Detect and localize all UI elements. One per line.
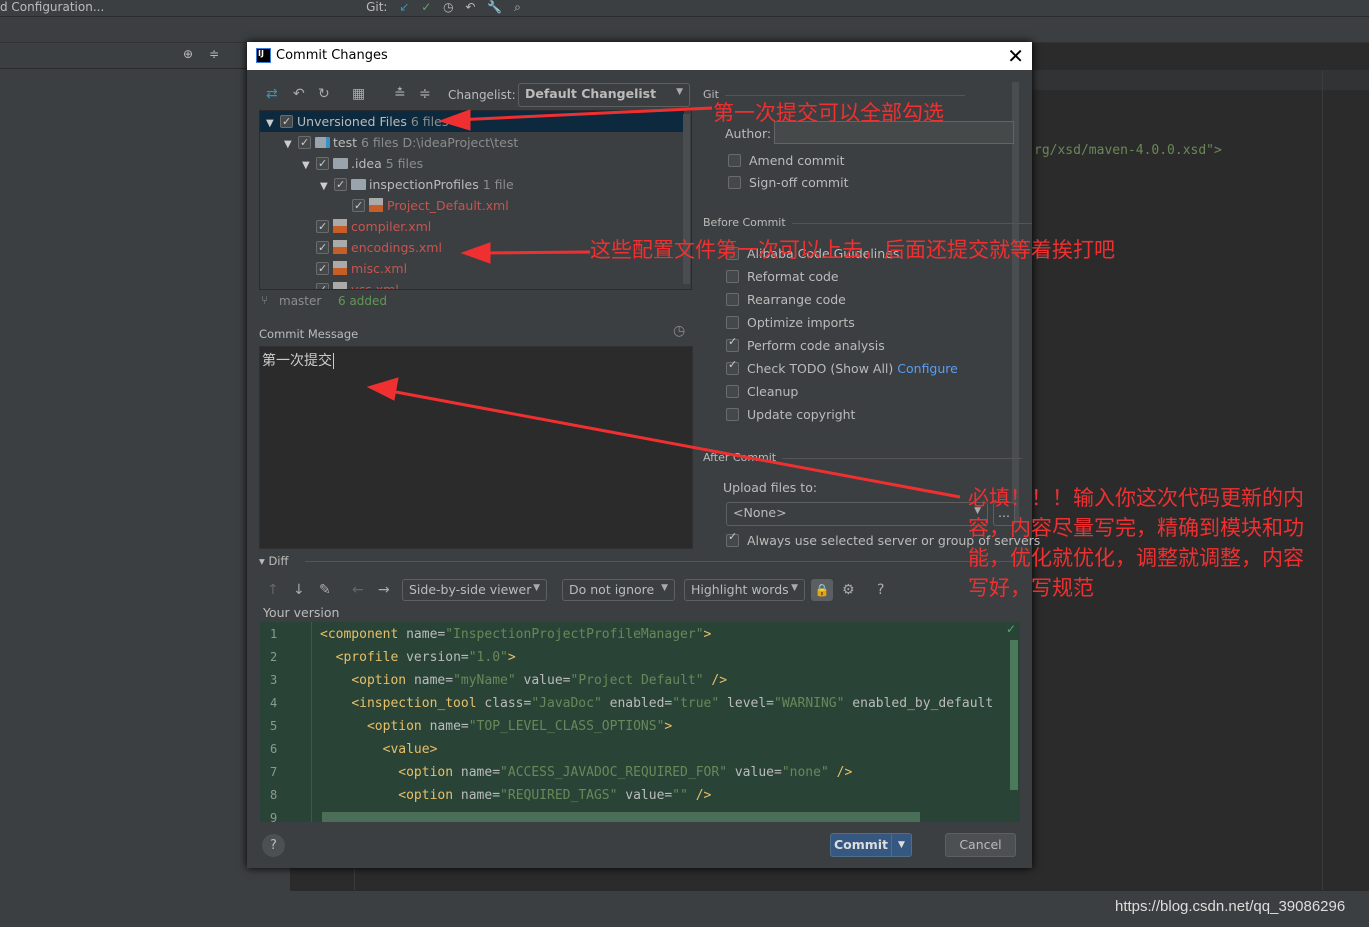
arrow-head-1 xyxy=(438,109,471,131)
annotation-arrow-1 xyxy=(454,106,713,122)
annotation-arrow-3 xyxy=(384,388,961,499)
arrow-head-3 xyxy=(366,377,399,401)
annotation-arrow-2 xyxy=(479,250,591,255)
arrow-head-2 xyxy=(460,242,491,264)
annotation-arrows xyxy=(366,106,961,499)
